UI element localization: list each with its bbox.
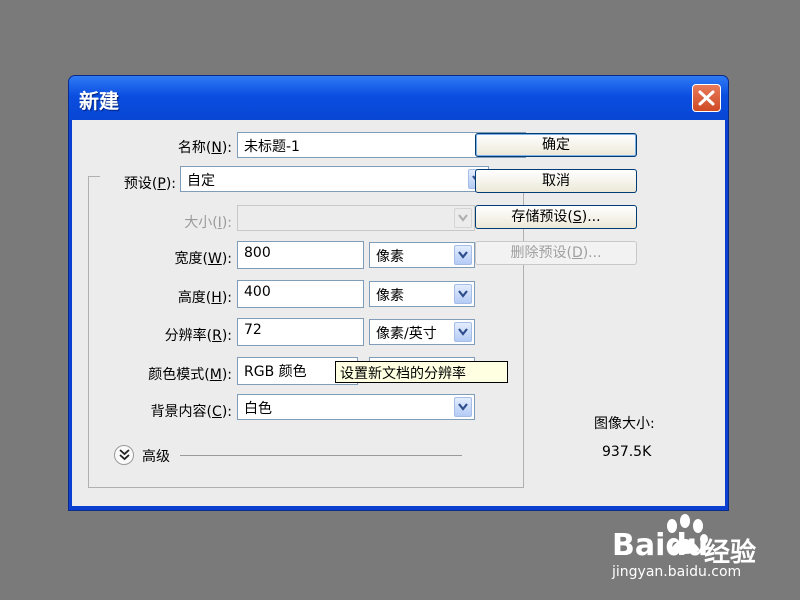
height-unit-value: 像素 — [376, 288, 404, 304]
name-label: 名称(N): — [177, 140, 232, 156]
size-label: 大小(I): — [184, 215, 232, 231]
background-select[interactable]: 白色 — [237, 394, 475, 420]
close-button[interactable] — [692, 84, 721, 112]
watermark-brand: Baidu — [612, 528, 709, 563]
background-label: 背景内容(C): — [150, 404, 232, 420]
chevron-down-icon — [458, 214, 468, 222]
save-preset-button[interactable]: 存储预设(S)... — [475, 205, 637, 229]
chevron-down-icon — [458, 290, 468, 298]
width-input[interactable]: 800 — [237, 241, 364, 269]
image-size-value: 937.5K — [602, 444, 652, 460]
chevron-down-icon — [458, 403, 468, 411]
cancel-button[interactable]: 取消 — [475, 169, 637, 193]
size-select — [237, 205, 475, 231]
height-unit-select[interactable]: 像素 — [369, 281, 475, 307]
double-chevron-down-icon — [119, 449, 130, 461]
size-dropdown-arrow — [454, 208, 472, 228]
preset-label: 预设(P): — [123, 176, 176, 192]
advanced-toggle-button[interactable] — [114, 445, 134, 465]
width-unit-dropdown-arrow[interactable] — [454, 245, 472, 265]
height-unit-dropdown-arrow[interactable] — [454, 284, 472, 304]
resolution-input[interactable]: 72 — [237, 318, 364, 346]
titlebar[interactable]: 新建 — [69, 76, 728, 120]
color-mode-value: RGB 颜色 — [244, 364, 307, 380]
color-mode-label: 颜色模式(M): — [148, 367, 232, 383]
delete-preset-button: 删除预设(D)... — [475, 241, 637, 265]
background-value: 白色 — [244, 401, 272, 417]
resolution-unit-select[interactable]: 像素/英寸 — [369, 319, 475, 345]
height-label: 高度(H): — [177, 290, 232, 306]
chevron-down-icon — [458, 328, 468, 336]
ok-button[interactable]: 确定 — [475, 133, 637, 157]
resolution-label: 分辨率(R): — [164, 328, 232, 344]
chevron-down-icon — [458, 251, 468, 259]
preset-value: 自定 — [187, 173, 215, 189]
resolution-tooltip: 设置新文档的分辨率 — [335, 361, 508, 383]
resolution-unit-dropdown-arrow[interactable] — [454, 322, 472, 342]
preset-select[interactable]: 自定 — [180, 166, 489, 192]
width-unit-select[interactable]: 像素 — [369, 242, 475, 268]
resolution-unit-value: 像素/英寸 — [376, 326, 437, 342]
background-dropdown-arrow[interactable] — [454, 397, 472, 417]
width-label: 宽度(W): — [174, 251, 233, 267]
height-input[interactable]: 400 — [237, 280, 364, 308]
advanced-divider — [180, 455, 462, 456]
width-unit-value: 像素 — [376, 249, 404, 265]
group-box-top-left — [88, 176, 100, 177]
advanced-label[interactable]: 高级 — [142, 446, 170, 466]
close-icon — [698, 90, 715, 106]
dialog-title: 新建 — [79, 89, 119, 113]
baidu-watermark: Baidu 经验 jingyan.baidu.com — [612, 514, 792, 584]
image-size-label: 图像大小: — [594, 416, 655, 432]
watermark-url: jingyan.baidu.com — [612, 564, 742, 580]
